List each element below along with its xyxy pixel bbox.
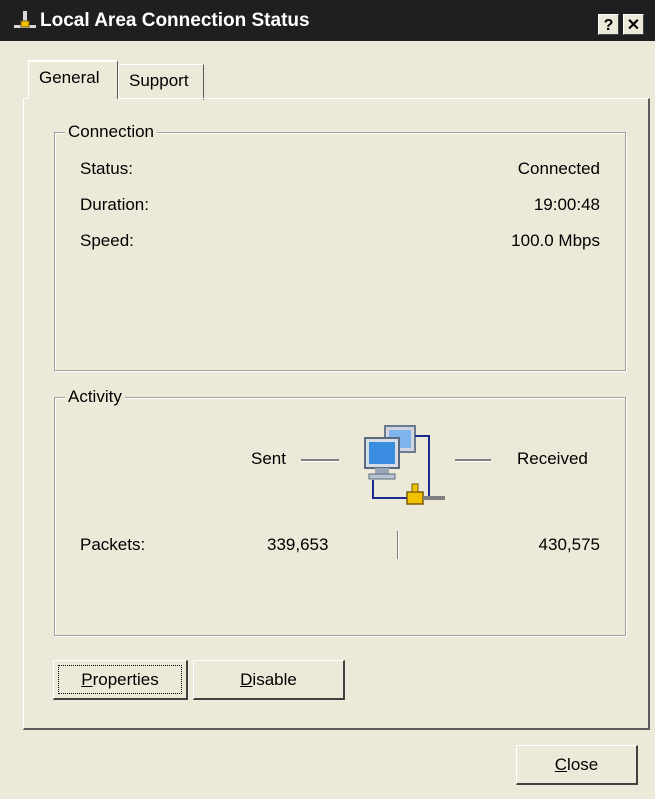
disable-accel: D [240,669,253,689]
close-label-rest: lose [567,754,599,774]
properties-button[interactable]: Properties [53,660,188,700]
activity-legend: Activity [65,386,125,408]
duration-value: 19:00:48 [533,195,600,214]
packets-label: Packets: [80,535,146,554]
status-value: Connected [517,159,600,178]
general-tab-panel: Connection Status: Connected Duration: 1… [23,98,650,730]
close-window-button[interactable]: ✕ [623,14,644,35]
packets-received-value: 430,575 [538,535,600,554]
packets-separator [397,531,399,559]
tab-general[interactable]: General [28,60,118,99]
tab-support-label: Support [129,71,189,90]
received-dash [455,459,491,462]
network-computers-icon [364,425,445,505]
sent-dash [301,459,339,462]
tab-support[interactable]: Support [118,64,204,100]
packets-sent-value: 339,653 [267,535,329,554]
status-label: Status: [80,159,133,178]
window-title: Local Area Connection Status [40,10,310,31]
speed-value: 100.0 Mbps [511,231,600,250]
activity-group: Activity Sent Received Packets: 339,653 … [54,386,626,636]
network-connection-icon [14,11,36,28]
close-icon: ✕ [626,17,641,34]
disable-label-rest: isable [252,669,297,689]
connection-legend: Connection [65,121,158,143]
speed-label: Speed: [80,231,134,250]
tab-general-label: General [39,68,100,87]
duration-label: Duration: [80,195,149,214]
properties-label-rest: roperties [92,669,159,689]
connection-group: Connection Status: Connected Duration: 1… [54,121,626,371]
help-button[interactable]: ? [598,14,619,35]
close-accel: C [554,754,568,774]
title-bar[interactable]: Local Area Connection Status ? ✕ [0,0,655,41]
disable-button[interactable]: Disable [193,660,345,700]
close-button[interactable]: Close [516,745,638,785]
sent-label: Sent [251,449,286,468]
properties-accel: P [81,669,93,689]
received-label: Received [517,449,588,468]
